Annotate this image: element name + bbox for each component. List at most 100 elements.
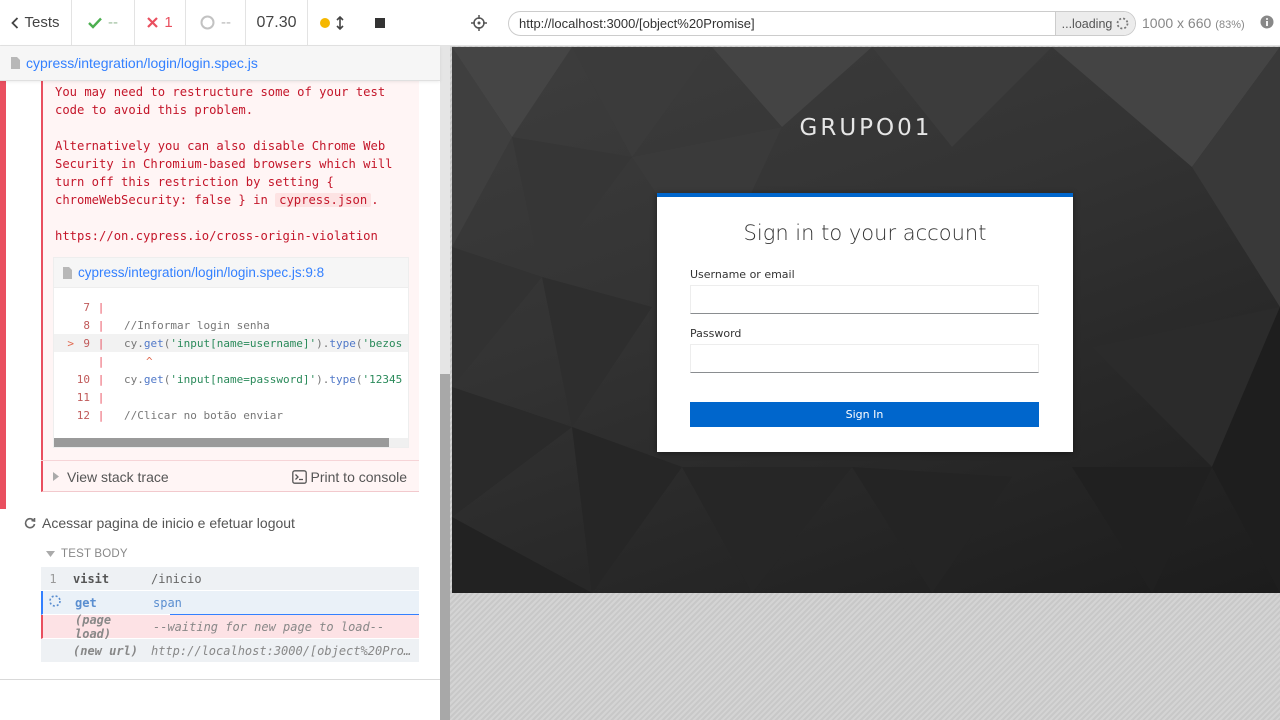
pending-count: -- [186, 0, 246, 46]
code-text: cy.get('input[name=username]').type('bez… [124, 337, 402, 350]
code-text: //Clicar no botão enviar [124, 408, 283, 422]
viewport-size: 1000 x 660 [1142, 15, 1212, 31]
code-token: type [329, 336, 356, 350]
test-title: Acessar pagina de inicio e efetuar logou… [42, 515, 295, 531]
command-row[interactable]: 1 visit /inicio [41, 567, 419, 591]
duration: 07.30 [246, 0, 308, 46]
command-row-active[interactable]: get span [41, 591, 419, 615]
info-button[interactable] [1260, 15, 1274, 34]
stop-button[interactable] [356, 0, 404, 46]
command-row-event[interactable]: (new url) http://localhost:3000/[object%… [41, 639, 419, 663]
print-to-console-label: Print to console [310, 468, 408, 485]
reporter-scrollbar[interactable] [440, 46, 450, 720]
command-name: (new url) [73, 643, 139, 658]
code-line: 8 | //Informar login senha [54, 316, 408, 334]
brand-title: GRUPO01 [799, 115, 933, 141]
terminal-icon [291, 469, 307, 484]
circle-notch-icon [200, 15, 215, 30]
code-text: cy.get('input[name=password]').type('123… [124, 373, 402, 386]
code-lines: 7 | 8 |//Informar login senha >9 | cy.get('i… [54, 298, 408, 424]
username-input[interactable] [690, 285, 1039, 314]
chevron-left-icon [11, 16, 19, 29]
code-token: get [143, 336, 164, 350]
code-text: //Informar login senha [124, 318, 270, 332]
spinner-icon [49, 595, 61, 607]
username-label: Username or email [690, 268, 795, 281]
url-loading-indicator: ...loading [1055, 12, 1135, 35]
error-caret: ^ [146, 354, 153, 368]
test-body-header[interactable]: TEST BODY [46, 548, 128, 560]
view-stack-trace-button[interactable]: View stack trace [53, 469, 169, 485]
error-line: code to avoid this problem. [55, 103, 254, 117]
command-name: (page load) [75, 612, 112, 641]
gutter-bar: | [97, 300, 105, 314]
pending-value: -- [221, 14, 231, 31]
passed-count: -- [72, 0, 135, 46]
code-token: cy. [124, 372, 144, 386]
spec-file-link[interactable]: cypress/integration/login/login.spec.js [26, 55, 258, 71]
password-input[interactable] [690, 344, 1039, 373]
code-frame-file-link[interactable]: cypress/integration/login/login.spec.js:… [78, 265, 324, 280]
file-icon [11, 57, 20, 69]
selector-playground-button[interactable] [450, 0, 508, 46]
x-icon [147, 17, 159, 28]
print-to-console-button[interactable]: Print to console [291, 468, 408, 485]
controls [308, 0, 450, 46]
sign-in-button[interactable]: Sign In [690, 402, 1039, 427]
error-docs-link[interactable]: https://on.cypress.io/cross-origin-viola… [55, 229, 378, 243]
test-title-row[interactable]: Acessar pagina de inicio e efetuar logou… [24, 515, 295, 531]
line-number: 9 [83, 336, 90, 350]
test-body-label: TEST BODY [61, 548, 128, 560]
error-line: Security in Chromium-based browsers whic… [55, 157, 393, 171]
code-horizontal-scrollbar[interactable] [54, 438, 408, 447]
gutter-bar: | [97, 354, 105, 368]
refresh-icon [24, 517, 36, 529]
viewport-scale: (83%) [1215, 19, 1245, 31]
gutter-bar: | [97, 318, 105, 332]
file-icon [63, 266, 72, 279]
tests-button[interactable]: Tests [0, 0, 72, 46]
code-line: | ^ [54, 352, 408, 370]
command-spinner [43, 594, 67, 611]
command-number: 1 [49, 571, 57, 586]
error-line: Alternatively you can also disable Chrom… [55, 139, 386, 153]
caret-down-icon [46, 551, 55, 557]
error-line: You may need to restructure some of your… [55, 85, 386, 99]
divider [0, 679, 440, 680]
aut-header: http://localhost:3000/[object%20Promise]… [450, 0, 1280, 46]
auto-scroll-icon [320, 15, 344, 30]
auto-scroll-toggle[interactable] [308, 0, 356, 46]
app-under-test: GRUPO01 Sign in to your account Username… [452, 47, 1280, 593]
login-card: Sign in to your account Username or emai… [657, 193, 1073, 452]
code-token: 'input[name=username]' [170, 336, 317, 350]
code-token: 'input[name=password]' [170, 372, 317, 386]
code-token: cy. [124, 336, 144, 350]
code-token: ). [316, 372, 330, 386]
line-number: 10 [76, 372, 90, 386]
code-line-highlighted: >9 | cy.get('input[name=username]').type('… [54, 334, 408, 352]
error-line: chromeWebSecurity: false } in [55, 193, 276, 207]
command-row-event[interactable]: (page load) --waiting for new page to lo… [41, 612, 419, 641]
code-token: get [143, 372, 164, 386]
stop-icon [375, 17, 385, 28]
command-message: /inicio [151, 571, 202, 586]
passed-value: -- [108, 14, 118, 31]
crosshair-icon [471, 14, 487, 31]
failed-test-stripe [0, 81, 6, 509]
scrollbar-thumb[interactable] [440, 374, 450, 720]
viewport-info[interactable]: 1000 x 660 (83%) [1142, 15, 1245, 31]
url-bar[interactable]: http://localhost:3000/[object%20Promise]… [508, 11, 1136, 36]
gutter-bar: | [97, 372, 105, 386]
code-line: 7 | [54, 298, 408, 316]
caret-right-icon [53, 472, 59, 481]
gutter-bar: | [97, 408, 105, 422]
code-line: 12 | //Clicar no botão enviar [54, 406, 408, 424]
error-message: You may need to restructure some of your… [55, 83, 405, 245]
code-frame-header: cypress/integration/login/login.spec.js:… [54, 258, 408, 288]
password-label: Password [690, 327, 742, 340]
scrollbar-thumb[interactable] [54, 438, 389, 447]
error-arrow: > [67, 336, 74, 350]
check-icon [88, 17, 102, 29]
stats-bar: Tests -- 1 -- 07.30 [0, 0, 450, 46]
command-message: --waiting for new page to load-- [153, 619, 385, 634]
